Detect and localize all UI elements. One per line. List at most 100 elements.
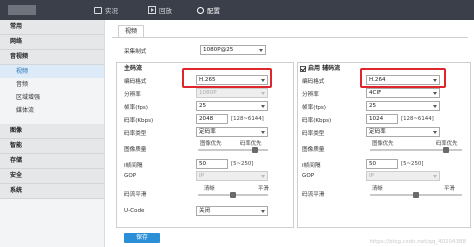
sidebar-item-smart[interactable]: 智能 xyxy=(0,139,104,154)
sub-iframe-input[interactable]: 50 xyxy=(366,159,398,169)
sub-iframe-range: [5~250] xyxy=(401,161,424,167)
sub-fps-select[interactable]: 25 xyxy=(366,101,440,111)
tab-divider xyxy=(112,37,468,38)
main-codec-label: 编码格式 xyxy=(124,79,147,85)
tab-video[interactable]: 视频 xyxy=(118,25,145,37)
main-fps-select[interactable]: 25 xyxy=(196,101,268,111)
sub-bitrate-type-select[interactable]: 定码率 xyxy=(366,127,440,137)
chevron-down-icon xyxy=(433,105,437,108)
capture-select[interactable]: 1080P@25 xyxy=(200,45,266,55)
sidebar-item-network[interactable]: 网络 xyxy=(0,35,104,50)
capture-label: 采集制式 xyxy=(124,49,147,55)
sub-smooth-thumb[interactable] xyxy=(413,192,419,198)
nav-live-label: 实况 xyxy=(105,7,118,15)
sidebar-item-common[interactable]: 常用 xyxy=(0,20,104,35)
main-resolution-select[interactable]: 1080P xyxy=(196,88,268,98)
main-gop-value: IP xyxy=(199,173,205,179)
main-fps-value: 25 xyxy=(199,103,207,109)
chevron-down-icon xyxy=(261,210,265,213)
sub-quality-right: 码率优先 xyxy=(436,141,458,147)
chevron-down-icon xyxy=(261,131,265,134)
sidebar-item-roi[interactable]: 区域增强 xyxy=(0,91,104,104)
sidebar-item-audio[interactable]: 音频 xyxy=(0,78,104,91)
sub-fps-label: 帧率(fps) xyxy=(302,105,326,111)
main-bitrate-range: [128~6144] xyxy=(231,116,264,122)
sub-resolution-value: 4CIF xyxy=(369,90,382,96)
main-stream-title: 主码流 xyxy=(124,65,143,72)
chevron-down-icon xyxy=(261,175,265,178)
main-ucode-label: U-Code xyxy=(124,208,145,214)
sub-resolution-label: 分辨率 xyxy=(302,92,319,98)
sidebar-item-storage[interactable]: 存储 xyxy=(0,154,104,169)
main-bitrate-type-select[interactable]: 定码率 xyxy=(196,127,268,137)
logo xyxy=(8,5,36,15)
sub-codec-highlight xyxy=(360,68,446,88)
chevron-down-icon xyxy=(261,92,265,95)
chevron-down-icon xyxy=(259,49,263,52)
sub-gop-select[interactable]: IP xyxy=(366,171,440,181)
main-iframe-range: [5~250] xyxy=(231,161,254,167)
sub-bitrate-type-value: 定码率 xyxy=(369,129,386,135)
main-bitrate-input[interactable]: 2048 xyxy=(196,114,228,124)
main-quality-label: 图像质量 xyxy=(124,147,147,153)
sub-stream-header: 启用 辅码流 xyxy=(300,64,340,74)
main-gop-select[interactable]: IP xyxy=(196,171,268,181)
main-bitrate-type-label: 码率类型 xyxy=(124,131,147,137)
gear-icon xyxy=(197,6,204,14)
nav-config-label: 配置 xyxy=(207,7,220,15)
main-smooth-slider[interactable] xyxy=(198,192,268,198)
sub-bitrate-label: 码率(Kbps) xyxy=(302,118,332,124)
main-smooth-thumb[interactable] xyxy=(230,192,236,198)
main-quality-right: 码率优先 xyxy=(240,141,262,147)
sidebar-item-av[interactable]: 音视频 xyxy=(0,50,104,65)
capture-value: 1080P@25 xyxy=(203,47,234,53)
sidebar-item-system[interactable]: 系统 xyxy=(0,184,104,199)
main-iframe-label: I帧间隔 xyxy=(124,163,143,169)
main-smooth-label: 码流平滑 xyxy=(124,192,147,198)
main-ucode-select[interactable]: 关闭 xyxy=(196,206,268,216)
sub-smooth-label: 码流平滑 xyxy=(302,192,325,198)
sub-codec-label: 编码格式 xyxy=(302,79,325,85)
save-button[interactable]: 保存 xyxy=(124,233,160,243)
sub-smooth-slider[interactable] xyxy=(370,192,462,198)
main-fps-label: 帧率(fps) xyxy=(124,105,148,111)
main-quality-slider[interactable] xyxy=(198,147,268,153)
sub-gop-value: IP xyxy=(369,173,375,179)
sub-smooth-right: 平滑 xyxy=(444,186,455,192)
sub-quality-label: 图像质量 xyxy=(302,147,325,153)
main-iframe-input[interactable]: 50 xyxy=(196,159,228,169)
sub-smooth-left: 清晰 xyxy=(372,186,383,192)
sidebar-item-video[interactable]: 视频 xyxy=(0,65,104,78)
sidebar: 常用 网络 音视频 视频 音频 区域增强 媒体流 图像 智能 存储 安全 系统 xyxy=(0,20,105,247)
main-quality-thumb[interactable] xyxy=(252,147,259,153)
sub-resolution-select[interactable]: 4CIF xyxy=(366,88,440,98)
sub-gop-label: GOP xyxy=(302,173,315,179)
sub-quality-slider[interactable] xyxy=(370,147,462,153)
watermark: https://blog.csdn.net/qq_40204388 xyxy=(369,239,466,245)
main-ucode-value: 关闭 xyxy=(199,208,211,214)
sidebar-item-image[interactable]: 图像 xyxy=(0,124,104,139)
sidebar-item-security[interactable]: 安全 xyxy=(0,169,104,184)
nav-playback[interactable]: 回放 xyxy=(148,5,172,15)
sidebar-item-stream[interactable]: 媒体流 xyxy=(0,104,104,117)
enable-sub-stream-checkbox[interactable] xyxy=(300,65,306,72)
main-bitrate-type-value: 定码率 xyxy=(199,129,216,135)
nav-config[interactable]: 配置 xyxy=(197,5,220,15)
chevron-down-icon xyxy=(261,105,265,108)
main-quality-left: 图像优先 xyxy=(200,141,222,147)
nav-live[interactable]: 实况 xyxy=(94,5,118,15)
nav-playback-label: 回放 xyxy=(159,7,172,15)
sub-quality-thumb[interactable] xyxy=(443,147,450,153)
sub-bitrate-range: [128~6144] xyxy=(401,116,434,122)
sub-stream-title: 启用 辅码流 xyxy=(308,65,341,72)
main-resolution-label: 分辨率 xyxy=(124,92,141,98)
chevron-down-icon xyxy=(433,92,437,95)
sub-iframe-label: I帧间隔 xyxy=(302,163,321,169)
tv-icon xyxy=(94,6,102,14)
sub-bitrate-input[interactable]: 1024 xyxy=(366,114,398,124)
sub-quality-left: 图像优先 xyxy=(372,141,394,147)
main-resolution-value: 1080P xyxy=(199,90,217,96)
main-gop-label: GOP xyxy=(124,173,137,179)
top-bar: 实况 回放 配置 xyxy=(0,0,474,20)
